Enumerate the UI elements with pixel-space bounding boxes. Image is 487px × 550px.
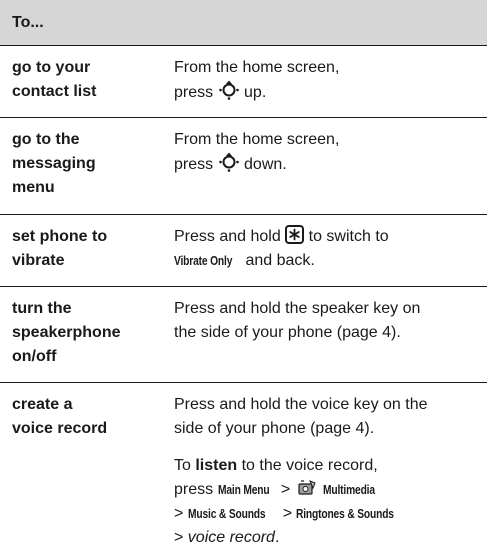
row-desc-line: the side of your phone (page 4). — [174, 324, 401, 341]
row-label-line: vibrate — [12, 252, 65, 269]
row-label-line: messaging — [12, 155, 96, 172]
menu-separator: > — [174, 529, 184, 546]
nav-key-icon — [218, 152, 239, 172]
desc-bold-text: listen — [195, 457, 238, 474]
row-desc-line: > voice record. — [174, 526, 479, 550]
row-description: Press and hold the voice key on the side… — [174, 393, 479, 550]
row-desc-line: Press and hold to switch to — [174, 225, 479, 249]
table-row: go to your contact list From the home sc… — [0, 45, 487, 118]
desc-text: to the voice record, — [241, 457, 378, 474]
desc-text: Press and hold — [174, 228, 281, 245]
row-desc-line: Press and hold the voice key on the — [174, 396, 428, 413]
row-desc-line: From the home screen, — [174, 131, 340, 148]
menu-item-multimedia: Multimedia — [323, 483, 375, 497]
row-label-line: go to the — [12, 131, 80, 148]
row-label-line: speakerphone — [12, 324, 121, 341]
row-desc-line: Press and hold the speaker key on — [174, 300, 421, 317]
desc-text: down. — [244, 156, 287, 173]
row-label: go to your contact list — [12, 56, 157, 104]
menu-item-main-menu: Main Menu — [217, 483, 270, 497]
row-label-line: create a — [12, 396, 73, 413]
menu-item-vibrate-only: Vibrate Only — [174, 254, 233, 268]
row-description: From the home screen, press down. — [174, 128, 479, 177]
row-label-line: on/off — [12, 348, 57, 365]
desc-text: press — [174, 84, 214, 101]
row-description: Press and hold to switch to Vibrate Only… — [174, 225, 479, 273]
row-label-line: go to your — [12, 59, 91, 76]
table-row: set phone to vibrate Press and hold to s… — [0, 214, 487, 287]
row-label: set phone to vibrate — [12, 225, 157, 273]
menu-separator: > — [174, 505, 184, 522]
desc-text: To — [174, 457, 191, 474]
menu-item-ringtones-sounds: Ringtones & Sounds — [296, 507, 395, 521]
menu-item-voice-record: voice record — [187, 529, 275, 546]
row-label-line: turn the — [12, 300, 72, 317]
row-label: turn the speakerphone on/off — [12, 297, 157, 369]
row-label-line: voice record — [12, 420, 108, 437]
row-desc-line: press down. — [174, 152, 479, 177]
row-label-line: menu — [12, 179, 55, 196]
menu-item-music-sounds: Music & Sounds — [187, 507, 266, 521]
multimedia-icon — [298, 480, 316, 495]
menu-separator: > — [280, 481, 291, 498]
desc-text: press — [174, 156, 214, 173]
desc-text: up. — [244, 84, 267, 101]
row-label: go to the messaging menu — [12, 128, 157, 200]
nav-key-icon — [218, 80, 239, 100]
row-desc-line: press up. — [174, 80, 479, 105]
row-desc-line: > Music & Sounds > Ringtones & Sounds — [174, 502, 479, 526]
row-desc-line: To listen to the voice record, — [174, 454, 479, 478]
desc-text: press — [174, 481, 214, 498]
row-description: Press and hold the speaker key on the si… — [174, 297, 479, 345]
table-row: create a voice record Press and hold the… — [0, 382, 487, 546]
row-description: From the home screen, press up. — [174, 56, 479, 105]
row-label-line: contact list — [12, 83, 97, 100]
row-label-line: set phone to — [12, 228, 108, 245]
table-header: To... — [0, 0, 487, 45]
star-key-icon — [285, 225, 305, 244]
desc-text: . — [274, 529, 280, 546]
row-desc-line: press Main Menu > Multimedia — [174, 478, 479, 502]
desc-text: and back. — [245, 252, 315, 269]
row-desc-line: From the home screen, — [174, 59, 340, 76]
table-row: go to the messaging menu From the home s… — [0, 117, 487, 215]
row-desc-line: Vibrate Only and back. — [174, 249, 479, 273]
desc-text: to switch to — [308, 228, 389, 245]
row-label: create a voice record — [12, 393, 157, 441]
menu-separator: > — [282, 505, 293, 522]
header-title: To... — [12, 14, 44, 31]
row-desc-line: side of your phone (page 4). — [174, 420, 375, 437]
table-row: turn the speakerphone on/off Press and h… — [0, 286, 487, 383]
